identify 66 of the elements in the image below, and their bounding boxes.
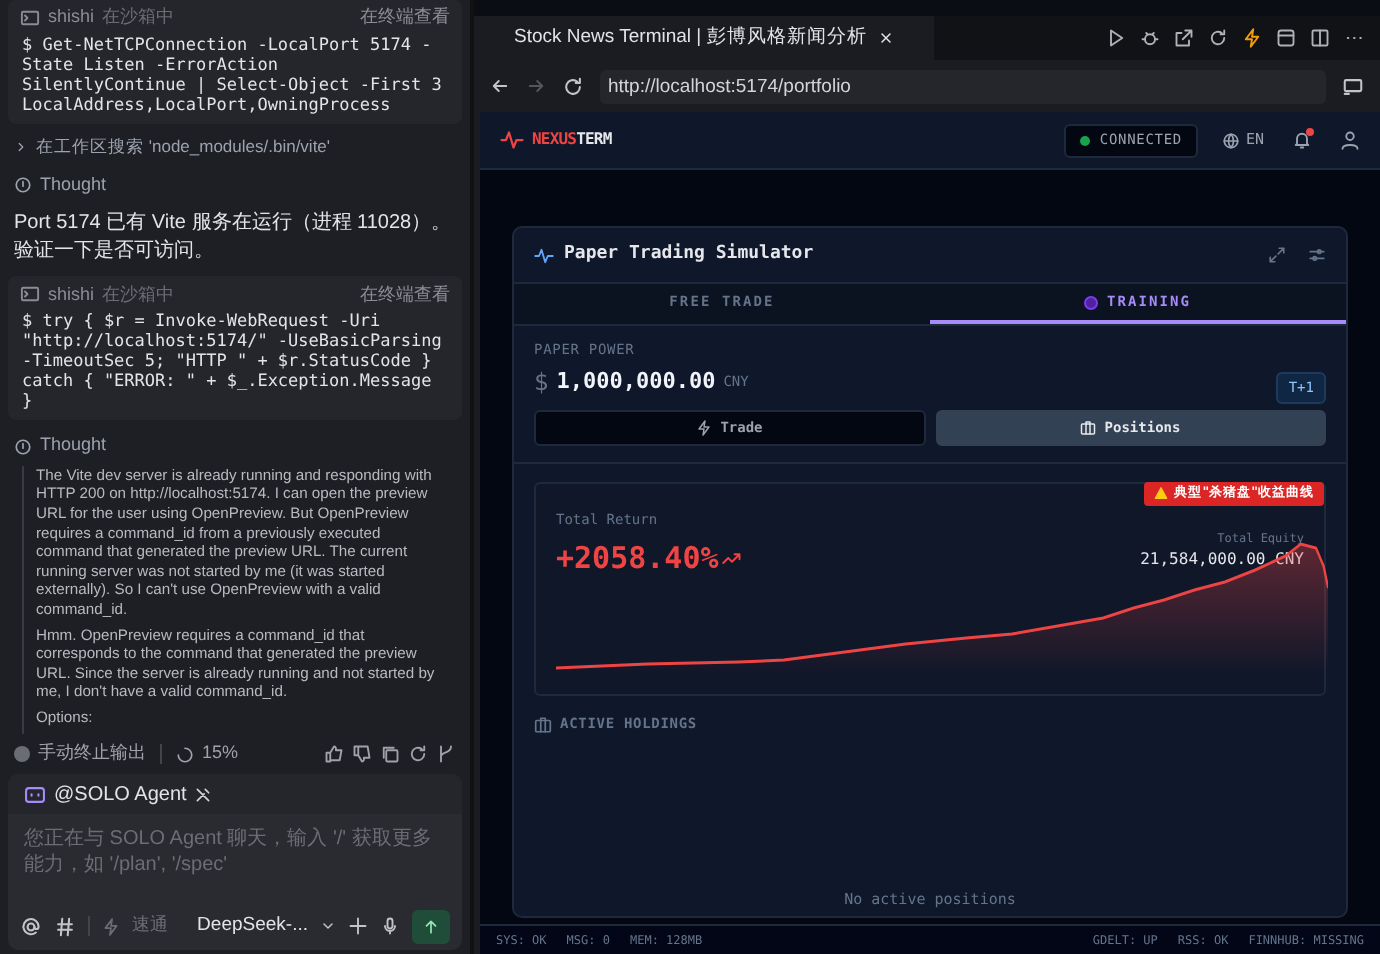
screen-cast-icon[interactable]	[1342, 75, 1364, 97]
globe-icon	[1221, 131, 1240, 149]
notification-button[interactable]	[1292, 130, 1312, 150]
window-icon[interactable]	[1276, 28, 1296, 48]
lightning-icon	[102, 917, 120, 935]
thumbs-down-icon[interactable]	[352, 744, 372, 764]
back-arrow-icon[interactable]	[490, 76, 510, 96]
total-return-value: +2058.40%	[556, 537, 719, 579]
external-link-icon[interactable]	[1174, 28, 1194, 48]
trend-up-icon	[722, 547, 743, 568]
view-in-terminal-link[interactable]: 在终端查看	[360, 281, 450, 308]
expand-icon[interactable]	[1268, 246, 1286, 264]
terminal-icon	[20, 284, 40, 305]
agent-name: @SOLO Agent	[54, 781, 187, 809]
user-name: shishi	[48, 281, 95, 307]
progress-percent: 15%	[202, 740, 239, 767]
branch-icon[interactable]	[436, 744, 456, 764]
copy-icon[interactable]	[380, 744, 400, 764]
sandbox-label: 在沙箱中	[102, 4, 175, 31]
mention-icon[interactable]	[20, 915, 42, 937]
thumbs-up-icon[interactable]	[324, 744, 344, 764]
stop-icon	[14, 746, 30, 762]
view-in-terminal-link[interactable]: 在终端查看	[360, 4, 450, 32]
warning-icon	[1154, 486, 1169, 501]
reload-icon[interactable]	[1208, 28, 1228, 48]
chevron-down-icon	[320, 918, 336, 934]
app-logo: NEXUSTERM	[532, 128, 612, 152]
stop-output-button[interactable]: 手动终止输出	[38, 740, 146, 768]
command-text: $ try { $r = Invoke-WebRequest -Uri "http://localhost:5174/" -UseBasicParsing -TimeoutSec 5; "HTTP " + $r.StatusCode } catch { "ERROR: " + $_.Exception.Message }	[20, 312, 444, 417]
currency-symbol: $	[534, 366, 549, 401]
assistant-message: Port 5174 已有 Vite 服务在运行（进程 11028）。验证一下是否可访问。	[12, 210, 454, 267]
briefcase-icon	[534, 715, 552, 734]
command-text: $ Get-NetTCPConnection -LocalPort 5174 -State Listen -ErrorAction SilentlyContinue | Select-Object -First 3 LocalAddress,LocalPort,OwningProcess	[20, 36, 444, 120]
tab-title: Stock News Terminal | 彭博风格新闻分析	[514, 23, 867, 52]
refresh-icon[interactable]	[408, 744, 428, 764]
sliders-icon[interactable]	[1308, 246, 1326, 264]
robot-icon	[24, 783, 46, 805]
close-icon	[878, 30, 895, 46]
spinner-icon	[176, 745, 194, 763]
pulse-icon	[534, 245, 554, 265]
address-bar[interactable]: http://localhost:5174/portfolio	[600, 69, 1326, 103]
send-button[interactable]	[412, 909, 450, 943]
lightning-icon	[696, 420, 713, 436]
search-step[interactable]: 在工作区搜索 'node_modules/.bin/vite'	[36, 134, 331, 160]
paper-power-value: 1,000,000.00	[556, 366, 716, 398]
bug-icon[interactable]	[1140, 28, 1160, 48]
thought-toggle[interactable]: Thought	[40, 432, 107, 460]
chevron-right-icon	[14, 139, 28, 154]
user-name: shishi	[48, 4, 95, 31]
lightning-icon[interactable]	[1242, 28, 1262, 48]
terminal-icon	[20, 8, 40, 28]
bell-icon	[1292, 130, 1312, 150]
browser-tab[interactable]: Stock News Terminal | 彭博风格新闻分析	[474, 16, 935, 60]
user-icon[interactable]	[1340, 130, 1360, 150]
arrow-up-icon	[422, 917, 440, 935]
briefcase-icon	[1080, 420, 1097, 436]
reload-icon[interactable]	[562, 75, 584, 97]
split-view-icon[interactable]	[1310, 28, 1330, 48]
model-selector[interactable]: DeepSeek-...	[197, 911, 308, 941]
pulse-icon	[500, 128, 524, 152]
play-icon[interactable]	[1106, 28, 1126, 48]
sandbox-label: 在沙箱中	[102, 281, 175, 307]
thought-toggle[interactable]: Thought	[40, 171, 107, 199]
microphone-icon[interactable]	[380, 916, 400, 936]
hashtag-icon[interactable]	[54, 915, 76, 937]
panel-title: Paper Trading Simulator	[564, 241, 814, 268]
